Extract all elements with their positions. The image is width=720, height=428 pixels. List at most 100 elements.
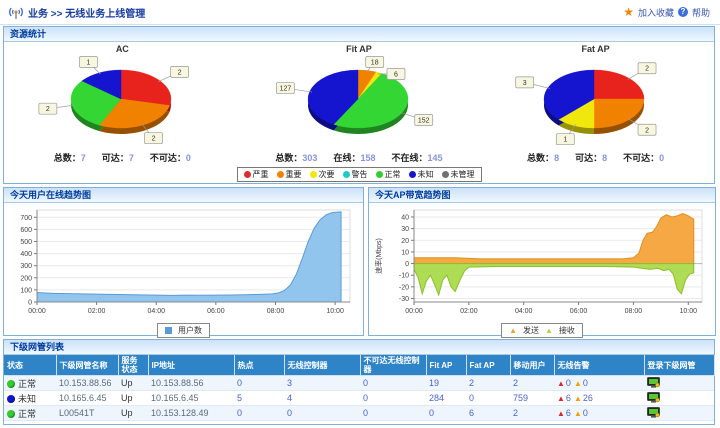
send-triangle-icon: ▲: [509, 327, 517, 335]
svg-text:2: 2: [645, 66, 649, 73]
col-ip: IP地址: [148, 355, 234, 376]
svg-text:2: 2: [178, 69, 182, 76]
col-login-nms: 登录下级网管: [644, 355, 714, 376]
unreachable-controller-count-link[interactable]: 0: [360, 406, 426, 421]
minor-dot-icon: [310, 171, 317, 178]
login-nms-icon[interactable]: [647, 407, 660, 418]
fit-ap-count-link[interactable]: 284: [426, 391, 466, 406]
fit-ap-pie-stats: 总数：303 在线：158 不在线：145: [241, 151, 478, 164]
legend-item-unknown: 未知: [409, 169, 434, 180]
service-state: Up: [118, 406, 148, 421]
critical-alarm-icon: ▲: [557, 379, 565, 388]
help-link[interactable]: 帮助: [692, 6, 710, 19]
hotspot-count-link[interactable]: 0: [234, 376, 284, 391]
svg-text:10:00: 10:00: [326, 308, 344, 315]
alarm-cell: ▲0▲0: [554, 376, 644, 391]
legend-label: 未知: [418, 169, 434, 180]
nms-name-link[interactable]: 10.165.6.45: [56, 391, 118, 406]
unknown-dot-icon: [409, 171, 416, 178]
mobile-user-count-link[interactable]: 2: [510, 376, 554, 391]
nms-name-link[interactable]: L00541T: [56, 406, 118, 421]
mobile-user-count-link[interactable]: 759: [510, 391, 554, 406]
svg-text:2: 2: [645, 127, 649, 134]
svg-text:06:00: 06:00: [570, 308, 588, 315]
user-trend-panel: 今天用户在线趋势图 010020030040050060070000:0002:…: [3, 187, 364, 336]
svg-text:04:00: 04:00: [515, 308, 533, 315]
fat-ap-count-link[interactable]: 2: [466, 376, 510, 391]
fat-ap-count-link[interactable]: 0: [466, 391, 510, 406]
svg-text:10: 10: [401, 249, 409, 256]
add-favorite-link[interactable]: 加入收藏: [638, 6, 674, 19]
critical-alarm-count[interactable]: 0: [566, 378, 571, 388]
ac-pie-chart: 2221: [4, 54, 238, 148]
legend-item-minor: 次要: [310, 169, 335, 180]
svg-text:18: 18: [370, 60, 378, 67]
antenna-icon: [8, 5, 24, 20]
svg-text:30: 30: [401, 226, 409, 233]
unreachable-controller-count-link[interactable]: 0: [360, 376, 426, 391]
stat-total: 总数：7: [54, 151, 86, 164]
legend-label: 接收: [559, 325, 575, 336]
critical-alarm-icon: ▲: [557, 394, 565, 403]
nms-table-row: 正常 10.153.88.56 Up 10.153.88.56 0 3 0 19…: [4, 376, 714, 391]
svg-text:3: 3: [523, 80, 527, 87]
user-trend-legend: 用户数: [157, 323, 210, 338]
ip-address: 10.153.128.49: [148, 406, 234, 421]
mobile-user-count-link[interactable]: 2: [510, 406, 554, 421]
col-wireless-alarms: 无线告警: [554, 355, 644, 376]
svg-text:1: 1: [87, 60, 91, 67]
stat-unreachable: 不可达：0: [150, 151, 191, 164]
unreachable-controller-count-link[interactable]: 0: [360, 391, 426, 406]
legend-item-normal: 正常: [376, 169, 401, 180]
warning-dot-icon: [343, 171, 350, 178]
critical-dot-icon: [244, 171, 251, 178]
status-dot-icon: [7, 410, 15, 418]
controller-count-link[interactable]: 0: [284, 406, 360, 421]
login-nms-icon[interactable]: [647, 377, 660, 388]
col-hotspot: 热点: [234, 355, 284, 376]
fit-ap-count-link[interactable]: 0: [426, 406, 466, 421]
svg-text:04:00: 04:00: [147, 308, 165, 315]
hotspot-count-link[interactable]: 5: [234, 391, 284, 406]
top-links: ★ 加入收藏 ? 帮助: [623, 6, 720, 19]
controller-count-link[interactable]: 4: [284, 391, 360, 406]
minor-alarm-count[interactable]: 0: [583, 408, 588, 418]
critical-alarm-icon: ▲: [557, 409, 565, 418]
ap-bandwidth-header: 今天AP带宽趋势图: [369, 188, 715, 203]
login-nms-icon[interactable]: [647, 392, 660, 403]
fit-ap-count-link[interactable]: 19: [426, 376, 466, 391]
svg-text:400: 400: [20, 251, 32, 258]
nms-name-link[interactable]: 10.153.88.56: [56, 376, 118, 391]
svg-text:152: 152: [418, 117, 430, 124]
legend-item-warning: 警告: [343, 169, 368, 180]
critical-alarm-count[interactable]: 6: [566, 393, 571, 403]
svg-text:00:00: 00:00: [28, 308, 46, 315]
fat-ap-count-link[interactable]: 6: [466, 406, 510, 421]
legend-label: 严重: [253, 169, 269, 180]
svg-text:0: 0: [28, 300, 32, 307]
help-icon[interactable]: ?: [678, 7, 688, 17]
svg-text:02:00: 02:00: [460, 308, 478, 315]
stat-total: 总数：303: [275, 151, 317, 164]
top-bar: 业务 >> 无线业务上线管理 ★ 加入收藏 ? 帮助: [0, 0, 720, 25]
minor-alarm-count[interactable]: 26: [583, 393, 593, 403]
receive-triangle-icon: ▲: [545, 327, 553, 335]
col-status: 状态: [4, 355, 56, 376]
critical-alarm-count[interactable]: 6: [566, 408, 571, 418]
svg-text:1: 1: [564, 137, 568, 144]
controller-count-link[interactable]: 3: [284, 376, 360, 391]
stat-reachable: 可达：8: [575, 151, 607, 164]
ap-bandwidth-legend: ▲ 发送 ▲ 接收: [501, 323, 583, 338]
legend-item-unmanaged: 未管理: [442, 169, 475, 180]
svg-text:06:00: 06:00: [207, 308, 225, 315]
svg-text:6: 6: [394, 72, 398, 79]
svg-text:08:00: 08:00: [267, 308, 285, 315]
ac-pie-stats: 总数：7 可达：7 不可达：0: [4, 151, 241, 164]
col-service-state: 服务状态: [118, 355, 148, 376]
service-state: Up: [118, 376, 148, 391]
svg-text:08:00: 08:00: [625, 308, 643, 315]
minor-alarm-count[interactable]: 0: [583, 378, 588, 388]
svg-text:40: 40: [401, 214, 409, 221]
hotspot-count-link[interactable]: 0: [234, 406, 284, 421]
series-square-icon: [165, 327, 172, 334]
